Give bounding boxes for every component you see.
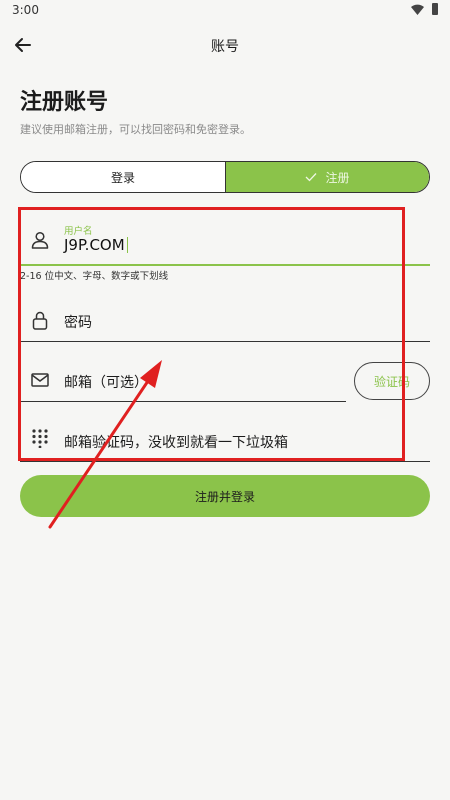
lock-icon (32, 311, 48, 330)
password-field[interactable]: 密码 (20, 300, 430, 342)
page-title: 注册账号 (20, 90, 109, 115)
username-value: J9P.COM (64, 236, 125, 254)
email-code-field[interactable]: 邮箱验证码，没收到就看一下垃圾箱 (20, 420, 430, 462)
keypad-icon (32, 429, 48, 448)
send-code-button[interactable]: 验证码 (354, 362, 430, 400)
person-icon (31, 231, 49, 249)
username-label: 用户名 (64, 226, 93, 237)
auth-mode-toggle: 登录 注册 (20, 161, 430, 193)
register-and-login-label: 注册并登录 (194, 489, 255, 504)
check-icon (306, 173, 317, 182)
tab-login-label: 登录 (110, 170, 135, 185)
mail-icon (31, 373, 49, 387)
register-and-login-button[interactable]: 注册并登录 (20, 475, 430, 517)
tab-register-label: 注册 (325, 170, 350, 185)
battery-icon (432, 3, 438, 15)
status-icons (411, 3, 438, 15)
app-bar-title: 账号 (211, 39, 239, 55)
tab-register[interactable]: 注册 (226, 162, 429, 192)
username-field[interactable]: 用户名 J9P.COM (20, 214, 430, 266)
email-input[interactable]: 邮箱（可选） (64, 372, 148, 392)
password-input[interactable]: 密码 (64, 312, 92, 332)
tab-login[interactable]: 登录 (21, 162, 226, 192)
username-hint: 2-16 位中文、字母、数字或下划线 (20, 271, 169, 282)
app-bar: 账号 (0, 28, 450, 62)
email-code-input[interactable]: 邮箱验证码，没收到就看一下垃圾箱 (64, 432, 288, 452)
status-time: 3:00 (12, 3, 39, 17)
page-subtitle: 建议使用邮箱注册，可以找回密码和免密登录。 (20, 123, 251, 136)
wifi-icon (411, 4, 424, 15)
text-caret (126, 237, 129, 253)
email-field[interactable]: 邮箱（可选） (20, 360, 346, 402)
status-bar: 3:00 (0, 0, 450, 22)
username-input[interactable]: J9P.COM (64, 236, 129, 254)
